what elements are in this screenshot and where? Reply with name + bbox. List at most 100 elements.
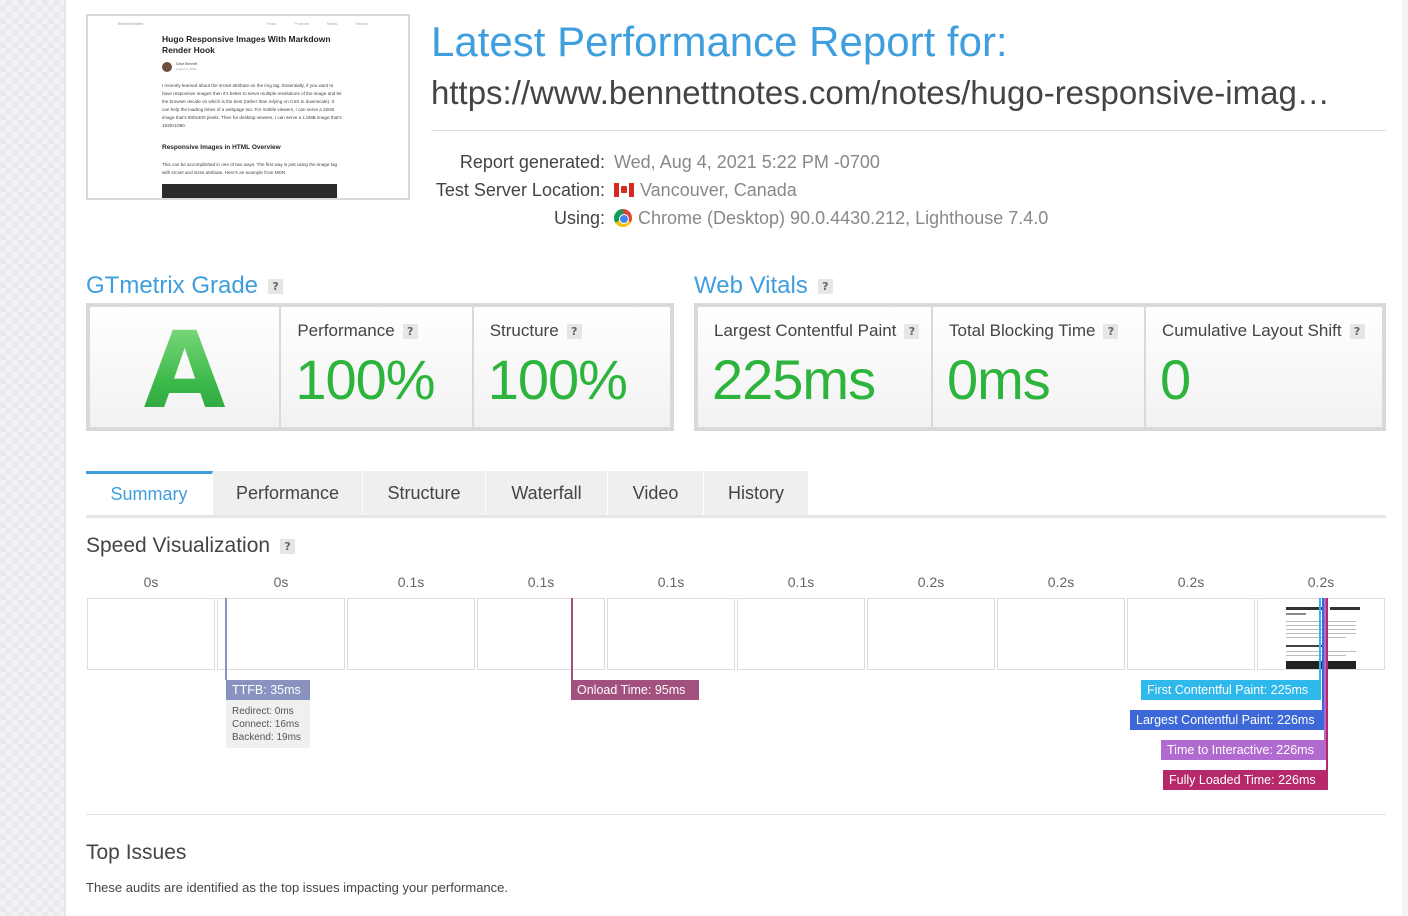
filmstrip-frame[interactable] [87,598,215,670]
cls-help-icon[interactable]: ? [1349,324,1365,339]
thumbnail-avatar [162,62,172,72]
meta-location-label: Test Server Location: [435,180,605,200]
filmstrip-frame[interactable] [347,598,475,670]
timeline-tick: 0.1s [397,574,425,590]
header-divider [431,130,1386,131]
filmstrip-frame[interactable] [737,598,865,670]
filmstrip-frame-loaded[interactable] [1257,598,1385,670]
tab-history[interactable]: History [704,471,809,515]
thumbnail-site-name: Bennett Notes [118,21,144,26]
onload-marker[interactable]: Onload Time: 95ms [571,680,699,700]
web-vitals-heading: Web Vitals? [694,272,833,300]
meta-using-label: Using: [553,208,605,228]
thumbnail-subheading: Responsive Images in HTML Overview [162,144,281,151]
timeline-tick: 0.2s [1177,574,1205,590]
report-title: Latest Performance Report for: [431,18,1008,65]
cls-value: 0 [1160,348,1191,411]
gtmetrix-grade-box: A Performance? 100% Structure? 100% [86,303,674,432]
filmstrip-frame[interactable] [1127,598,1255,670]
filmstrip-frame[interactable] [607,598,735,670]
speed-visualization-title: Speed Visualization [86,534,271,557]
left-background-pattern [0,0,64,916]
timeline-tick: 0.2s [1307,574,1335,590]
frame-mini-line [1286,655,1346,656]
meta-generated-label: Report generated: [459,152,605,172]
meta-location-label-row: Test Server Location: [431,180,605,204]
performance-help-icon[interactable]: ? [402,324,418,339]
lcp-label-wrap: Largest Contentful Paint? [714,321,920,341]
filmstrip-frame[interactable] [477,598,605,670]
gtmetrix-grade-heading: GTmetrix Grade? [86,272,284,300]
tbt-help-icon[interactable]: ? [1103,324,1119,339]
performance-score: 100% [295,348,435,411]
structure-score: 100% [487,348,628,411]
tbt-cell: Total Blocking Time? 0ms [933,307,1144,427]
performance-cell: Performance? 100% [281,307,472,427]
ttfb-details: Redirect: 0ms Connect: 16ms Backend: 19m… [226,700,310,748]
structure-help-icon[interactable]: ? [566,324,582,339]
web-vitals-box: Largest Contentful Paint? 225ms Total Bl… [694,303,1386,431]
canada-flag-icon [614,183,634,197]
frame-mini-line [1286,633,1356,634]
fully-loaded-marker[interactable]: Fully Loaded Time: 226ms [1163,770,1328,790]
thumbnail-nav-link: Search [355,21,368,26]
meta-generated-label-row: Report generated: [431,152,605,176]
tab-performance[interactable]: Performance [213,471,363,515]
filmstrip-frame[interactable] [997,598,1125,670]
cls-label: Cumulative Layout Shift [1162,321,1342,340]
cls-label-wrap: Cumulative Layout Shift? [1162,321,1365,341]
meta-using-value: Chrome (Desktop) 90.0.4430.212, Lighthou… [638,208,1049,228]
web-vitals-help-icon[interactable]: ? [817,279,833,294]
cls-cell: Cumulative Layout Shift? 0 [1146,307,1382,427]
thumbnail-nav: Bennett Notes Posts Projects Notes Search [118,21,368,29]
tbt-value: 0ms [947,348,1051,411]
grade-letter: A [90,309,279,432]
right-edge [1402,0,1408,916]
web-vitals-title: Web Vitals [694,272,808,299]
fcp-line [1319,598,1321,680]
filmstrip-frame[interactable] [867,598,995,670]
frame-mini-line [1286,621,1356,622]
timeline-tick: 0s [273,574,289,590]
thumbnail-nav-link: Posts [266,21,277,26]
frame-mini-line [1286,625,1356,626]
onload-line [571,598,573,680]
speed-visualization-heading: Speed Visualization? [86,534,296,558]
lcp-help-icon[interactable]: ? [904,324,920,339]
tbt-label: Total Blocking Time [949,321,1096,340]
timeline-tick: 0s [143,574,159,590]
structure-label: Structure [489,321,559,340]
performance-label-wrap: Performance? [297,321,418,341]
meta-generated-value: Wed, Aug 4, 2021 5:22 PM -0700 [614,152,880,172]
tab-video[interactable]: Video [608,471,704,515]
frame-mini-line [1286,629,1356,630]
tti-marker[interactable]: Time to Interactive: 226ms [1161,740,1326,760]
report-url[interactable]: https://www.bennettnotes.com/notes/hugo-… [431,74,1381,112]
report-tabs: Summary Performance Structure Waterfall … [86,471,809,515]
timeline-tick: 0.2s [917,574,945,590]
tab-structure[interactable]: Structure [363,471,486,515]
ttfb-backend: Backend: 19ms [232,732,301,743]
chrome-icon [614,209,632,227]
lcp-cell: Largest Contentful Paint? 225ms [698,307,931,427]
page-screenshot-thumbnail[interactable]: Bennett Notes Posts Projects Notes Search H… [86,14,410,200]
fcp-marker[interactable]: First Contentful Paint: 225ms [1141,680,1321,700]
speed-visualization-help-icon[interactable]: ? [280,539,296,554]
timeline-tick: 0.1s [657,574,685,590]
ttfb-redirect: Redirect: 0ms [232,706,294,717]
frame-mini-code [1286,661,1356,669]
tab-summary[interactable]: Summary [86,471,213,515]
gtmetrix-help-icon[interactable]: ? [268,279,284,294]
timeline-tick: 0.2s [1047,574,1075,590]
thumbnail-title: Hugo Responsive Images With Markdown Ren… [162,34,331,55]
meta-using-label-row: Using: [431,208,605,232]
thumbnail-author-date: August 4, 2021 [176,67,197,71]
structure-cell: Structure? 100% [473,307,670,427]
timeline-tick: 0.1s [787,574,815,590]
filmstrip-frame[interactable] [217,598,345,670]
tabs-divider [86,515,1386,518]
ttfb-marker[interactable]: TTFB: 35ms [226,680,310,700]
timeline-tick: 0.1s [527,574,555,590]
tab-waterfall[interactable]: Waterfall [486,471,608,515]
lcp-marker[interactable]: Largest Contentful Paint: 226ms [1130,710,1324,730]
